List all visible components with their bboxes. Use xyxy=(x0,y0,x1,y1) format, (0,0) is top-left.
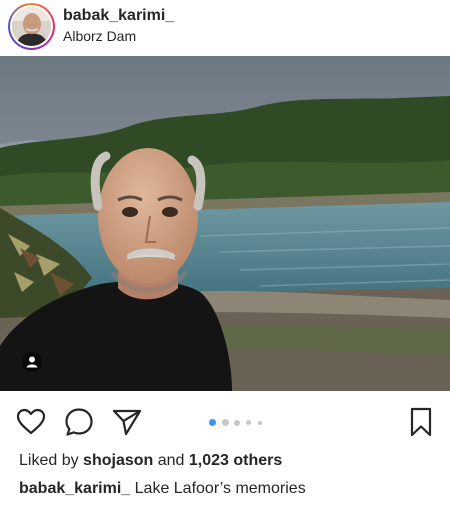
carousel-dot-active xyxy=(209,419,216,426)
carousel-dot xyxy=(222,419,229,426)
likes-summary: Liked by shojason and 1,023 others xyxy=(19,452,282,470)
carousel-dot xyxy=(258,420,262,425)
caption-username[interactable]: babak_karimi_ xyxy=(19,480,130,497)
post-photo[interactable] xyxy=(0,56,450,391)
carousel-indicator xyxy=(0,419,450,427)
avatar[interactable] xyxy=(12,7,51,46)
likes-count[interactable]: 1,023 others xyxy=(189,452,282,469)
likes-prefix: Liked by xyxy=(19,452,79,469)
post-actions xyxy=(0,391,450,451)
post-location[interactable]: Alborz Dam xyxy=(63,28,136,44)
bookmark-icon[interactable] xyxy=(404,405,438,439)
post-caption: babak_karimi_ Lake Lafoor’s memories xyxy=(19,480,306,498)
likes-connector: and xyxy=(157,452,185,469)
carousel-dot xyxy=(246,420,251,425)
liked-by-user[interactable]: shojason xyxy=(83,452,153,469)
post-username[interactable]: babak_karimi_ xyxy=(63,7,174,25)
carousel-dot xyxy=(234,419,240,426)
post-header: babak_karimi_ Alborz Dam xyxy=(0,0,450,56)
caption-text: Lake Lafoor’s memories xyxy=(134,480,306,497)
selfie-image xyxy=(0,56,450,391)
story-ring[interactable] xyxy=(8,3,55,50)
user-tag-icon[interactable] xyxy=(22,352,42,372)
